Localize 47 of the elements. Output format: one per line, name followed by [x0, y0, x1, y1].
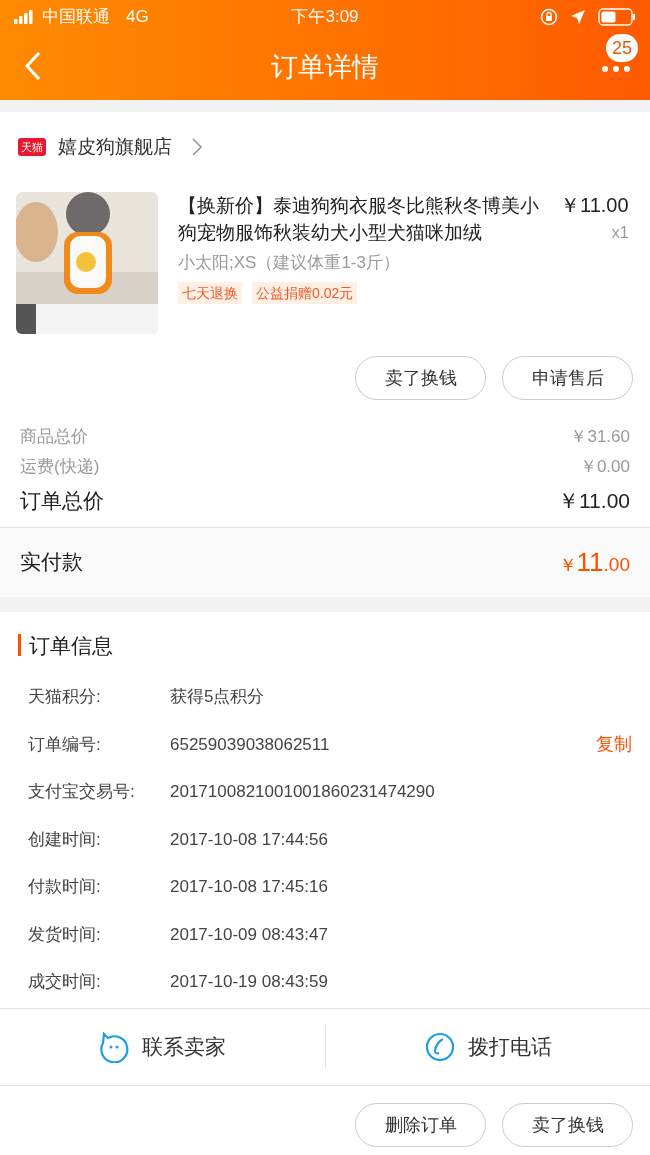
info-label: 付款时间: — [28, 876, 102, 898]
product-price: ￥11.00 — [560, 193, 629, 218]
chevron-right-icon[interactable] — [192, 138, 202, 156]
product-sku: 小太阳;XS（建议体重1-3斤） — [178, 252, 401, 274]
service-tag: 七天退换 — [178, 281, 242, 304]
clock-time: 下午3:09 — [291, 7, 359, 27]
summary-value: ￥11.00 — [558, 488, 630, 514]
info-value: 2017-10-09 08:43:47 — [170, 923, 329, 946]
chat-face-icon — [98, 1030, 131, 1063]
battery-icon — [598, 8, 636, 26]
info-label: 支付宝交易号: — [28, 781, 136, 803]
service-tag: 公益捐赠0.02元 — [252, 281, 358, 304]
location-arrow-icon — [570, 9, 586, 25]
page-title: 订单详情 — [271, 50, 379, 84]
info-value: 2017-10-19 08:43:59 — [170, 971, 329, 993]
info-label: 成交时间: — [28, 971, 102, 993]
info-value: 2017-10-08 17:44:56 — [170, 828, 329, 851]
more-icon[interactable] — [602, 66, 630, 72]
tmall-badge: 天猫 — [18, 138, 46, 156]
back-chevron-icon — [24, 51, 42, 81]
signal-icon — [14, 10, 36, 24]
shop-name[interactable]: 嬉皮狗旗舰店 — [58, 132, 172, 162]
info-label: 创建时间: — [28, 828, 102, 851]
contact-button[interactable]: 拨打电话 — [325, 1008, 650, 1085]
paid-label: 实付款 — [20, 549, 83, 576]
info-value: 2017-10-08 17:45:16 — [170, 876, 329, 898]
phone-icon — [423, 1030, 456, 1063]
rotation-lock-icon — [540, 8, 558, 26]
info-value: 2017100821001001860231474290 — [170, 781, 436, 803]
summary-label: 商品总价 — [20, 426, 88, 448]
carrier-name: 中国联通 — [42, 6, 110, 29]
summary-label: 运费(快递) — [20, 455, 100, 478]
info-label: 订单编号: — [28, 733, 102, 756]
info-value: 65259039038062511 — [170, 733, 331, 756]
info-value: 获得5点积分 — [170, 686, 266, 708]
summary-value: ￥0.00 — [579, 455, 630, 478]
product-quantity: x1 — [611, 223, 629, 243]
section-title: 订单信息 — [29, 632, 113, 659]
info-label: 发货时间: — [28, 923, 102, 946]
network-type: 4G — [126, 6, 149, 29]
summary-value: ￥31.60 — [570, 426, 630, 448]
summary-label: 订单总价 — [20, 488, 104, 514]
info-label: 天猫积分: — [28, 686, 102, 708]
paid-amount: ￥11.00 — [558, 545, 630, 579]
contact-button[interactable]: 联系卖家 — [0, 1008, 325, 1085]
message-count-badge: 25 — [605, 34, 638, 62]
product-title[interactable]: 【换新价】泰迪狗狗衣服冬比熊秋冬博美小狗宠物服饰秋装幼犬小型犬猫咪加绒 — [178, 192, 550, 246]
